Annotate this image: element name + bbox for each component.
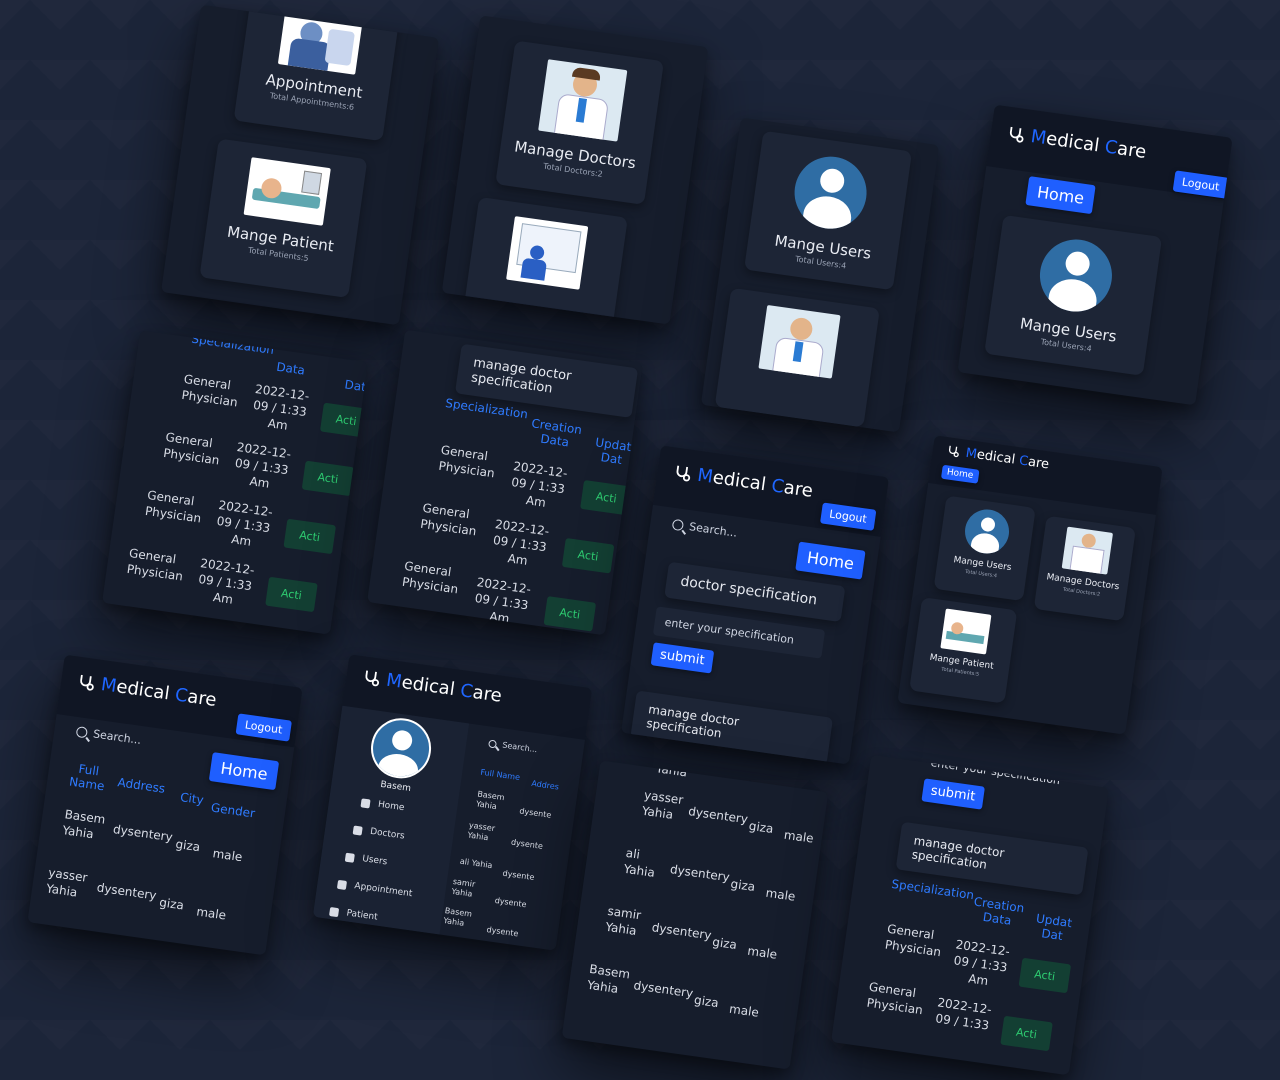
- doctor-image: [538, 59, 628, 142]
- table-row: ali Yahia dysentery giza male: [622, 845, 797, 904]
- col-address: Addres: [530, 778, 560, 792]
- status-badge[interactable]: Acti: [543, 596, 596, 632]
- sidebar-item-doctors[interactable]: Doctors: [352, 824, 405, 842]
- screen-users-header: Medical Care Logout Home Mange Users Tot…: [957, 104, 1233, 406]
- user-avatar-icon: [1035, 234, 1117, 317]
- status-badge[interactable]: Acti: [265, 576, 318, 613]
- col-city: City: [179, 790, 205, 808]
- screen-dashboard-small: Medical Care Home Mange Users Total User…: [897, 435, 1163, 735]
- calendar-icon: [336, 879, 348, 890]
- stethoscope-icon: [80, 674, 94, 691]
- table-row: yasser Yahia dysentery giza male: [641, 787, 815, 846]
- table-row: ali Yahia: [459, 856, 494, 871]
- status-badge[interactable]: Acti: [1000, 1015, 1053, 1052]
- search-input[interactable]: Search...: [75, 725, 142, 747]
- screen-patients-table: Medical Care Logout Search... Home Full N…: [27, 654, 303, 956]
- doctor-icon: [352, 824, 363, 836]
- status-badge[interactable]: Acti: [561, 538, 615, 574]
- screen-dashboard-users: Mange Users Total Users:4: [700, 117, 940, 433]
- stethoscope-icon: [948, 445, 959, 458]
- users-card-small[interactable]: Mange Users Total Users:4: [933, 495, 1036, 602]
- doctors-card-2[interactable]: [714, 287, 880, 428]
- users-card[interactable]: Mange Users Total Users:4: [744, 130, 913, 291]
- stethoscope-icon: [1010, 126, 1024, 143]
- users-card-top[interactable]: Mange Users Total Users:4: [984, 214, 1163, 376]
- col-gender: Gender: [210, 800, 256, 821]
- patients-card[interactable]: Mange Patient Total Patients:5: [199, 138, 368, 298]
- brand-logo[interactable]: Medical Care: [672, 461, 814, 502]
- spec-row: General Physician 2022-12- 09 / 1:33 Am Act…: [144, 487, 337, 555]
- status-badge[interactable]: Acti: [301, 460, 355, 497]
- patient-image: [243, 157, 331, 226]
- search-icon: [488, 738, 498, 749]
- screen-spec-table-center: manage doctor specification Specializati…: [367, 329, 643, 636]
- doctor-image-2: [758, 304, 841, 379]
- user-avatar-icon: [789, 152, 872, 234]
- brand-logo[interactable]: Medical Care: [76, 671, 218, 711]
- table-row: Basem Yahia: [475, 789, 506, 812]
- logout-button[interactable]: Logout: [235, 713, 292, 742]
- spec-row: General Physician 2022-12- 09 / 1:33 Am Act…: [126, 545, 318, 613]
- submit-button[interactable]: submit: [921, 778, 985, 810]
- patients-card-small[interactable]: Mange Patient Total Patients:5: [909, 597, 1018, 704]
- search-icon: [75, 726, 89, 739]
- table-row: Basem Yahia dysentery giza male: [586, 961, 760, 1020]
- table-row: Basem Yahia: [442, 906, 473, 928]
- search-input[interactable]: Search...: [671, 518, 738, 540]
- stethoscope-icon: [365, 670, 380, 686]
- search-input[interactable]: Search...: [488, 738, 538, 754]
- screen-sidebar: Medical Care Basem Home Doctors Users Ap…: [312, 654, 593, 951]
- table-row: samir Yahia dysentery giza male: [604, 903, 778, 962]
- doctors-card-small[interactable]: Manage Doctors Total Doctors:2: [1033, 515, 1136, 622]
- status-badge[interactable]: Acti: [1018, 957, 1071, 994]
- col-specialization: Specialization: [890, 876, 975, 903]
- stethoscope-icon: [676, 465, 691, 481]
- spec-row: General Physician 2022-12- 09 / 1:33 Am Act…: [181, 371, 369, 439]
- table-row: yasser Yahia: [467, 820, 496, 843]
- home-button[interactable]: Home: [208, 752, 280, 791]
- col-update: Updat Dat: [594, 435, 633, 467]
- home-button[interactable]: Home: [940, 464, 980, 484]
- user-avatar-icon: [962, 506, 1012, 557]
- home-button[interactable]: Home: [1025, 176, 1096, 215]
- patient-image-small: [940, 608, 992, 655]
- logout-button[interactable]: Logout: [820, 502, 877, 531]
- table-row: yasser Yahia dysentery giza male: [45, 865, 227, 923]
- spec-row: General Physician 2022-12- 09 / 1:33 Am Act…: [162, 429, 355, 497]
- search-icon: [671, 518, 685, 532]
- calendar-image: [506, 216, 589, 290]
- screen-patients-list: Yahia yasser Yahia dysentery giza male al…: [561, 760, 829, 1070]
- sidebar-item-appointment[interactable]: Appointment: [336, 879, 413, 899]
- screen-spec-bottom: enter your specification submit manage d…: [830, 754, 1110, 1076]
- home-button[interactable]: Home: [795, 541, 866, 580]
- profile-avatar-icon: [367, 714, 435, 783]
- doctors-card[interactable]: Manage Doctors Total Doctors:2: [495, 40, 664, 205]
- doctor-image-small: [1061, 526, 1114, 575]
- col-fullname: Full Name: [479, 767, 521, 783]
- logout-button[interactable]: Logout: [1172, 170, 1229, 199]
- screen-spec-form: Medical Care Logout Search... Home docto…: [620, 445, 890, 765]
- table-row: samir Yahia: [451, 876, 476, 899]
- status-badge[interactable]: Acti: [283, 518, 336, 555]
- screen-dashboard-appointment: Appointment Total Appointments:6 Mange P…: [160, 4, 440, 326]
- col-dat: Dat: [343, 377, 367, 395]
- patient-icon: [329, 906, 340, 917]
- col-update: Updat Dat: [1035, 911, 1073, 944]
- screen-dashboard-doctors: Manage Doctors Total Doctors:2: [441, 15, 709, 325]
- col-creation: Creation Data: [530, 416, 583, 450]
- home-icon: [360, 797, 371, 808]
- col-fullname: Full Name: [68, 761, 106, 794]
- submit-button[interactable]: submit: [650, 642, 714, 674]
- col-creation: Creation Data: [972, 894, 1026, 928]
- screen-spec-table-left: Specialization Data Dat General Physician…: [101, 330, 369, 635]
- col-address: Address: [116, 775, 167, 796]
- sidebar-item-home[interactable]: Home: [360, 797, 405, 813]
- col-data: Data: [275, 359, 306, 378]
- sidebar-item-users[interactable]: Users: [344, 852, 388, 867]
- brand-logo[interactable]: Medical Care: [361, 666, 503, 707]
- brand-logo[interactable]: Medical Care: [1006, 123, 1148, 163]
- user-icon: [344, 852, 355, 863]
